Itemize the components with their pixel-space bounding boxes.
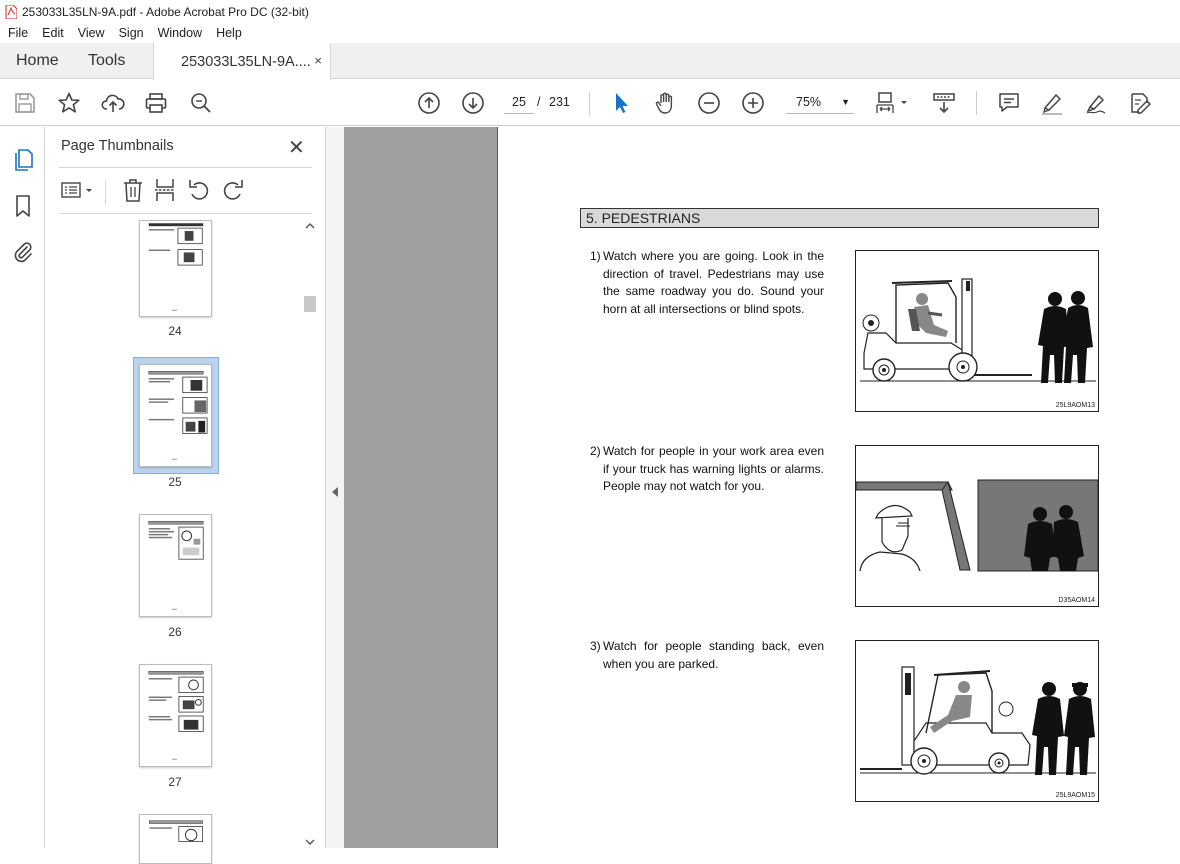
work-area-people-illustration: D35AOM14 — [855, 445, 1099, 607]
menu-window[interactable]: Window — [151, 26, 209, 40]
pane-divider — [59, 167, 312, 168]
rotate-right-icon[interactable] — [221, 177, 245, 203]
thumbnail-page-preview — [148, 371, 208, 460]
thumbnail-page-preview — [148, 521, 204, 610]
comment-icon[interactable] — [997, 91, 1021, 115]
instruction-item: 2) Watch for people in your work area ev… — [590, 443, 824, 496]
menu-edit[interactable]: Edit — [35, 26, 71, 40]
thumbnail-page-number: 25 — [168, 475, 182, 489]
menu-sign[interactable]: Sign — [112, 26, 151, 40]
pdf-file-icon — [5, 4, 17, 19]
page-separator: / — [537, 95, 541, 109]
main-toolbar — [0, 80, 1180, 126]
tab-home[interactable]: Home — [16, 43, 59, 79]
sign-pen-icon[interactable] — [1084, 91, 1108, 115]
fit-page-icon[interactable] — [875, 91, 911, 115]
toolbar-divider — [589, 91, 590, 115]
scroll-mode-icon[interactable] — [932, 91, 956, 115]
section-heading: 5. PEDESTRIANS — [580, 208, 1099, 228]
page-thumbnail[interactable] — [139, 814, 212, 864]
menu-bar: File Edit View Sign Window Help — [0, 23, 1180, 43]
tab-document[interactable]: 253033L35LN-9A.... × — [153, 43, 331, 80]
instruction-item: 1) Watch where you are going. Look in th… — [590, 248, 824, 318]
zoom-value: 75% — [796, 95, 822, 109]
forklift-pedestrians-illustration: 25L9AOM13 — [855, 250, 1099, 412]
item-text: Watch for people in your work area even … — [603, 444, 824, 493]
thumbnail-page-number: 26 — [168, 625, 182, 639]
rotate-left-icon[interactable] — [187, 177, 211, 203]
menu-file[interactable]: File — [0, 26, 35, 40]
left-navigation-rail — [0, 127, 45, 848]
window-title: 253033L35LN-9A.pdf - Adobe Acrobat Pro D… — [22, 4, 309, 19]
split-page-icon[interactable] — [153, 177, 177, 203]
zoom-in-icon[interactable] — [741, 91, 765, 115]
thumbnails-pane: Page Thumbnails ✕ 24 25 26 27 — [45, 127, 325, 864]
instruction-item: 3) Watch for people standing back, even … — [590, 638, 824, 673]
item-number: 3) — [590, 639, 601, 653]
page-thumbnails-icon[interactable] — [11, 148, 35, 172]
zoom-out-icon[interactable] — [697, 91, 721, 115]
previous-page-icon[interactable] — [417, 91, 441, 115]
zoom-search-icon[interactable] — [189, 91, 213, 115]
page-thumbnail[interactable] — [139, 364, 212, 467]
tab-tools[interactable]: Tools — [88, 43, 125, 79]
thumbnail-page-preview — [149, 820, 203, 842]
bookmark-icon[interactable] — [11, 194, 35, 218]
page-total: 231 — [549, 95, 570, 109]
print-icon[interactable] — [144, 91, 168, 115]
thumbnail-options-icon[interactable] — [61, 177, 95, 203]
save-icon[interactable] — [13, 91, 37, 115]
thumbnail-page-number: 27 — [168, 775, 182, 789]
thumbnail-page-preview — [148, 671, 204, 760]
window-title-bar: 253033L35LN-9A.pdf - Adobe Acrobat Pro D… — [0, 0, 1180, 23]
pdf-page: 5. PEDESTRIANS 1) Watch where you are go… — [497, 127, 1180, 848]
item-text: Watch where you are going. Look in the d… — [603, 249, 824, 316]
selected-thumbnail-highlight[interactable] — [133, 357, 219, 474]
tab-bar: Home Tools 253033L35LN-9A.... × — [0, 43, 1180, 80]
cloud-upload-icon[interactable] — [101, 91, 125, 115]
chevron-down-icon: ▼ — [841, 97, 850, 107]
item-number: 2) — [590, 444, 601, 458]
figure-code: D35AOM14 — [1058, 597, 1095, 604]
page-thumbnail[interactable] — [139, 220, 212, 317]
item-number: 1) — [590, 249, 601, 263]
page-number-input[interactable]: 25 — [504, 90, 534, 114]
zoom-dropdown[interactable]: 75% ▼ — [786, 90, 854, 114]
thumbnail-page-preview — [148, 223, 204, 311]
pane-splitter[interactable] — [325, 127, 344, 848]
hand-tool-icon[interactable] — [653, 91, 677, 115]
pane-title: Page Thumbnails — [61, 138, 174, 154]
page-thumbnail[interactable] — [139, 514, 212, 617]
item-text: Watch for people standing back, even whe… — [603, 639, 824, 671]
page-thumbnail[interactable] — [139, 664, 212, 767]
parked-forklift-people-illustration: 25L9AOM15 — [855, 640, 1099, 802]
document-view[interactable]: 5. PEDESTRIANS 1) Watch where you are go… — [344, 127, 1180, 848]
delete-page-icon[interactable] — [121, 177, 145, 203]
thumbnail-page-number: 24 — [168, 324, 182, 338]
star-icon[interactable] — [57, 91, 81, 115]
close-pane-icon[interactable]: ✕ — [288, 135, 305, 160]
pane-divider — [105, 181, 106, 205]
toolbar-divider — [976, 91, 977, 115]
select-cursor-icon[interactable] — [609, 91, 633, 115]
menu-view[interactable]: View — [71, 26, 112, 40]
figure-code: 25L9AOM15 — [1055, 792, 1095, 799]
edit-pdf-icon[interactable] — [1128, 91, 1152, 115]
collapse-arrow-icon[interactable] — [332, 487, 338, 497]
pane-divider — [59, 213, 312, 214]
next-page-icon[interactable] — [461, 91, 485, 115]
figure-code: 25L9AOM13 — [1055, 402, 1095, 409]
thumbnails-scrollbar[interactable] — [303, 219, 317, 848]
close-tab-icon[interactable]: × — [314, 53, 322, 68]
attachment-icon[interactable] — [11, 240, 35, 264]
menu-help[interactable]: Help — [209, 26, 249, 40]
tab-document-label: 253033L35LN-9A.... — [181, 53, 311, 70]
highlight-pen-icon[interactable] — [1040, 91, 1064, 115]
